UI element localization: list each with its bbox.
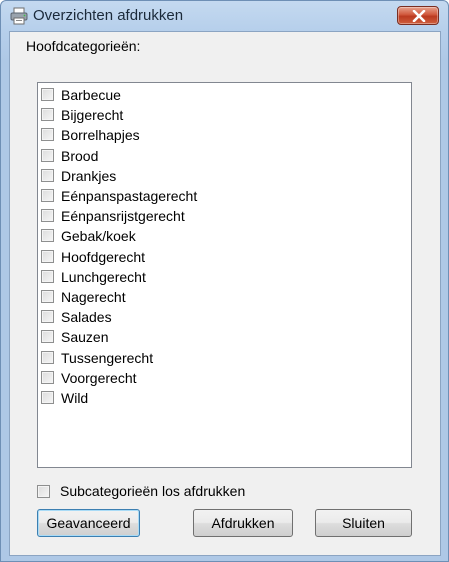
category-label: Lunchgerecht	[61, 268, 146, 285]
subcategories-checkbox[interactable]	[37, 485, 50, 498]
category-checkbox[interactable]	[41, 189, 54, 202]
category-label: Wild	[61, 390, 89, 406]
category-checkbox[interactable]	[41, 350, 54, 364]
category-label: Bijgerecht	[61, 107, 124, 124]
window-close-button[interactable]	[397, 6, 439, 25]
list-item[interactable]: Borrelhapjes	[41, 125, 401, 145]
categories-checklist[interactable]: Barbecue Bijgerecht Borrelhapjes Brood Drank…	[37, 82, 412, 468]
list-item[interactable]: Voorgerecht	[41, 368, 401, 388]
list-item[interactable]: Eénpansrijstgerecht	[41, 206, 401, 226]
subcategories-option[interactable]: Subcategorieën los afdrukken	[37, 481, 337, 501]
category-checkbox[interactable]	[41, 108, 54, 122]
category-label: Drankjes	[61, 167, 117, 184]
advanced-button[interactable]: Geavanceerd	[37, 509, 140, 537]
list-item[interactable]: Sauzen	[41, 327, 401, 347]
categories-label: Hoofdcategorieën:	[26, 38, 141, 54]
window-title: Overzichten afdrukken	[33, 7, 184, 24]
list-item[interactable]: Gebak/koek	[41, 226, 401, 246]
category-checkbox[interactable]	[41, 168, 54, 182]
list-item[interactable]: Tussengerecht	[41, 348, 401, 368]
category-checkbox[interactable]	[41, 290, 54, 303]
category-checkbox[interactable]	[41, 310, 54, 324]
category-label: Sauzen	[61, 329, 109, 346]
printer-icon	[10, 7, 28, 25]
list-item[interactable]: Brood	[41, 146, 401, 166]
category-label: Hoofdgerecht	[61, 248, 146, 265]
list-item[interactable]: Drankjes	[41, 166, 401, 186]
list-item[interactable]: Barbecue	[41, 85, 401, 105]
list-item[interactable]: Wild	[41, 388, 401, 408]
category-checkbox[interactable]	[41, 269, 54, 283]
category-checkbox[interactable]	[41, 128, 54, 142]
category-label: Brood	[61, 147, 99, 164]
category-label: Salades	[61, 309, 112, 326]
category-label: Tussengerecht	[61, 349, 154, 366]
category-checkbox[interactable]	[41, 330, 54, 344]
list-item[interactable]: Salades	[41, 307, 401, 327]
category-checkbox[interactable]	[41, 88, 54, 101]
category-checkbox[interactable]	[41, 148, 54, 162]
title-bar[interactable]: Overzichten afdrukken	[1, 1, 448, 31]
list-item[interactable]: Bijgerecht	[41, 105, 401, 125]
subcategories-label: Subcategorieën los afdrukken	[60, 483, 246, 499]
category-label: Borrelhapjes	[61, 127, 140, 144]
close-icon	[412, 10, 426, 22]
category-label: Eénpanspastagerecht	[61, 188, 198, 204]
category-label: Gebak/koek	[61, 228, 136, 245]
category-checkbox[interactable]	[41, 370, 54, 384]
list-item[interactable]: Nagerecht	[41, 287, 401, 307]
list-item[interactable]: Lunchgerecht	[41, 267, 401, 287]
list-item[interactable]: Hoofdgerecht	[41, 247, 401, 267]
category-checkbox[interactable]	[41, 249, 54, 263]
print-overviews-dialog: Overzichten afdrukken Hoofdcategorieën: …	[0, 0, 449, 562]
close-button[interactable]: Sluiten	[315, 509, 412, 537]
category-label: Barbecue	[61, 87, 121, 103]
category-checkbox[interactable]	[41, 209, 54, 223]
list-item[interactable]: Eénpanspastagerecht	[41, 186, 401, 206]
category-label: Eénpansrijstgerecht	[61, 208, 185, 225]
category-label: Voorgerecht	[61, 369, 137, 386]
category-checkbox[interactable]	[41, 391, 54, 404]
category-label: Nagerecht	[61, 289, 126, 305]
category-checkbox[interactable]	[41, 229, 54, 243]
print-button[interactable]: Afdrukken	[193, 509, 293, 537]
